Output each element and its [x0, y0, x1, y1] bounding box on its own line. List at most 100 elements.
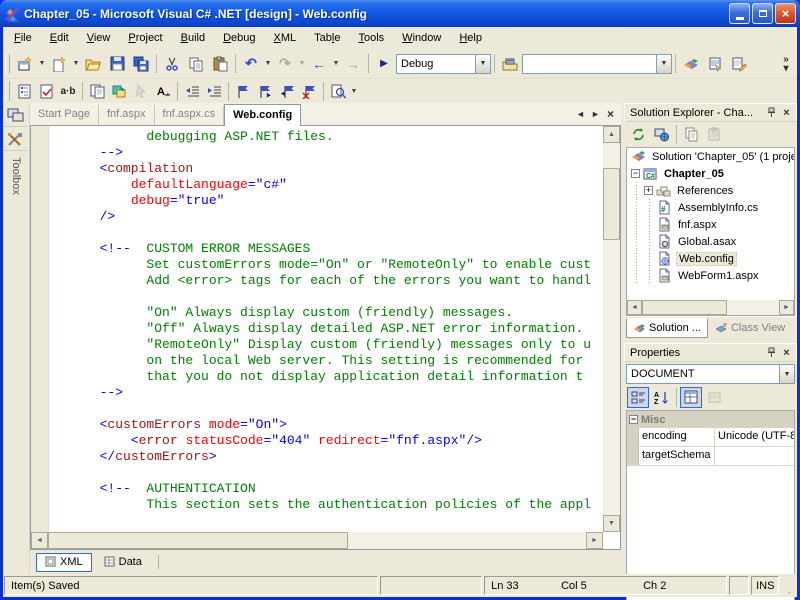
properties-window-button[interactable] — [703, 52, 727, 75]
object-browser-button[interactable] — [727, 52, 751, 75]
property-pages-button[interactable] — [680, 387, 702, 408]
expand-icon[interactable]: + — [644, 186, 653, 195]
pin-icon[interactable] — [764, 105, 779, 120]
scroll-down-icon[interactable]: ▼ — [603, 515, 620, 532]
save-all-button[interactable] — [129, 52, 153, 75]
document-tab-web-config[interactable]: Web.config — [224, 104, 301, 126]
clear-bookmarks-button[interactable] — [298, 81, 320, 101]
menu-debug[interactable]: Debug — [214, 29, 264, 47]
menu-window[interactable]: Window — [393, 29, 450, 47]
menu-tools[interactable]: Tools — [349, 29, 393, 47]
tree-scroll-left-icon[interactable]: ◄ — [627, 300, 642, 315]
cut-button[interactable] — [160, 52, 184, 75]
tree-item-web-config[interactable]: Web.config — [627, 250, 794, 267]
horizontal-scroll-thumb[interactable] — [48, 532, 348, 549]
property-value[interactable] — [715, 447, 794, 465]
view-tab-xml[interactable]: XML — [36, 553, 92, 572]
check-well-formed-button[interactable]: a·b — [57, 81, 79, 101]
preview-dropdown[interactable]: ▼ — [349, 80, 359, 103]
start-debug-button[interactable]: ▶ — [372, 52, 396, 75]
tree-item-webform1-aspx[interactable]: WebForm1.aspx — [627, 267, 794, 284]
copy-button[interactable] — [184, 52, 208, 75]
collapse-category-icon[interactable]: − — [629, 415, 638, 424]
view-data-button[interactable] — [108, 81, 130, 101]
code-text[interactable]: debugging ASP.NET files. --> <compilatio… — [49, 126, 603, 532]
add-new-item-dropdown[interactable]: ▼ — [71, 52, 81, 75]
redo-button[interactable]: ↷ — [273, 52, 297, 75]
find-in-files-button[interactable] — [498, 52, 522, 75]
tree-item-solution-chapter-05-1-project-[interactable]: Solution 'Chapter_05' (1 project) — [627, 148, 794, 165]
pin-icon[interactable] — [764, 345, 779, 360]
object-selector-dropdown-icon[interactable]: ▼ — [779, 365, 794, 383]
scroll-left-icon[interactable]: ◄ — [31, 532, 48, 549]
resize-grip[interactable] — [781, 576, 796, 595]
menu-project[interactable]: Project — [119, 29, 171, 47]
toggle-bookmark-button[interactable] — [232, 81, 254, 101]
find-combo[interactable]: ▼ — [522, 54, 672, 74]
create-schema-button[interactable] — [13, 81, 35, 101]
outdent-button[interactable] — [181, 81, 203, 101]
menu-build[interactable]: Build — [172, 29, 214, 47]
scroll-tabs-right-icon[interactable]: ► — [588, 109, 603, 119]
new-project-dropdown[interactable]: ▼ — [37, 52, 47, 75]
toolbar-grip[interactable] — [5, 81, 10, 101]
menu-table[interactable]: Table — [305, 29, 349, 47]
menu-xml[interactable]: XML — [265, 29, 306, 47]
view-tab-data[interactable]: Data — [96, 554, 150, 571]
property-row-encoding[interactable]: encoding Unicode (UTF-8) — [627, 428, 794, 447]
solution-explorer-button[interactable] — [679, 52, 703, 75]
next-bookmark-button[interactable] — [254, 81, 276, 101]
properties-header[interactable]: Properties × — [624, 343, 797, 362]
minimize-button[interactable] — [729, 3, 750, 24]
indent-button[interactable] — [203, 81, 225, 101]
property-value[interactable]: Unicode (UTF-8) — [715, 428, 794, 446]
collapse-icon[interactable]: − — [631, 169, 640, 178]
property-row-targetschema[interactable]: targetSchema — [627, 447, 794, 466]
tree-scroll-thumb[interactable] — [642, 300, 727, 315]
toolbox-tab[interactable] — [3, 127, 28, 151]
alphabetical-button[interactable]: AZ — [650, 387, 672, 408]
code-editor[interactable]: debugging ASP.NET files. --> <compilatio… — [30, 126, 621, 550]
tree-scroll-right-icon[interactable]: ► — [779, 300, 794, 315]
find-dropdown-icon[interactable]: ▼ — [656, 55, 671, 73]
open-file-button[interactable] — [81, 52, 105, 75]
font-button[interactable]: A — [152, 81, 174, 101]
solution-configuration-combo[interactable]: Debug ▼ — [396, 54, 491, 74]
property-pages-extra-button[interactable] — [703, 387, 725, 408]
editor-horizontal-scrollbar[interactable]: ◄ ► — [31, 532, 603, 549]
save-button[interactable] — [105, 52, 129, 75]
undo-button[interactable]: ↶ — [239, 52, 263, 75]
solution-explorer-header[interactable]: Solution Explorer - Cha... × — [624, 103, 797, 122]
category-row-misc[interactable]: − Misc — [627, 411, 794, 428]
view-schema-button[interactable] — [86, 81, 108, 101]
undo-dropdown[interactable]: ▼ — [263, 52, 273, 75]
properties-button[interactable] — [703, 124, 725, 145]
menu-file[interactable]: File — [5, 29, 41, 47]
categorized-button[interactable] — [627, 387, 649, 408]
tree-item-assemblyinfo-cs[interactable]: #AssemblyInfo.cs — [627, 199, 794, 216]
tree-item-chapter-05[interactable]: −C#Chapter_05 — [627, 165, 794, 182]
document-tab-start-page[interactable]: Start Page — [30, 105, 99, 125]
format-selection-button[interactable] — [130, 81, 152, 101]
server-explorer-tab[interactable] — [3, 103, 28, 127]
toolbar-grip[interactable] — [5, 54, 10, 74]
refresh-button[interactable] — [627, 124, 649, 145]
restore-button[interactable] — [752, 3, 773, 24]
tree-item-global-asax[interactable]: Global.asax — [627, 233, 794, 250]
menu-edit[interactable]: Edit — [41, 29, 78, 47]
editor-vertical-scrollbar[interactable]: ▲ ▼ — [603, 126, 620, 532]
toolbox-tab-label[interactable]: Toolbox — [10, 157, 22, 195]
validate-xml-button[interactable] — [35, 81, 57, 101]
object-selector[interactable]: DOCUMENT ▼ — [626, 364, 795, 384]
tab-class-view[interactable]: Class View — [708, 318, 792, 338]
redo-dropdown[interactable]: ▼ — [297, 52, 307, 75]
toolbar-overflow-button[interactable]: »▾ — [779, 55, 793, 73]
close-panel-icon[interactable]: × — [779, 345, 794, 360]
paste-button[interactable] — [208, 52, 232, 75]
scroll-up-icon[interactable]: ▲ — [603, 126, 620, 143]
tab-solution-explorer[interactable]: Solution ... — [626, 318, 708, 338]
scroll-right-icon[interactable]: ► — [586, 532, 603, 549]
preview-button[interactable] — [327, 81, 349, 101]
menu-help[interactable]: Help — [450, 29, 491, 47]
navigate-back-dropdown[interactable]: ▼ — [331, 52, 341, 75]
